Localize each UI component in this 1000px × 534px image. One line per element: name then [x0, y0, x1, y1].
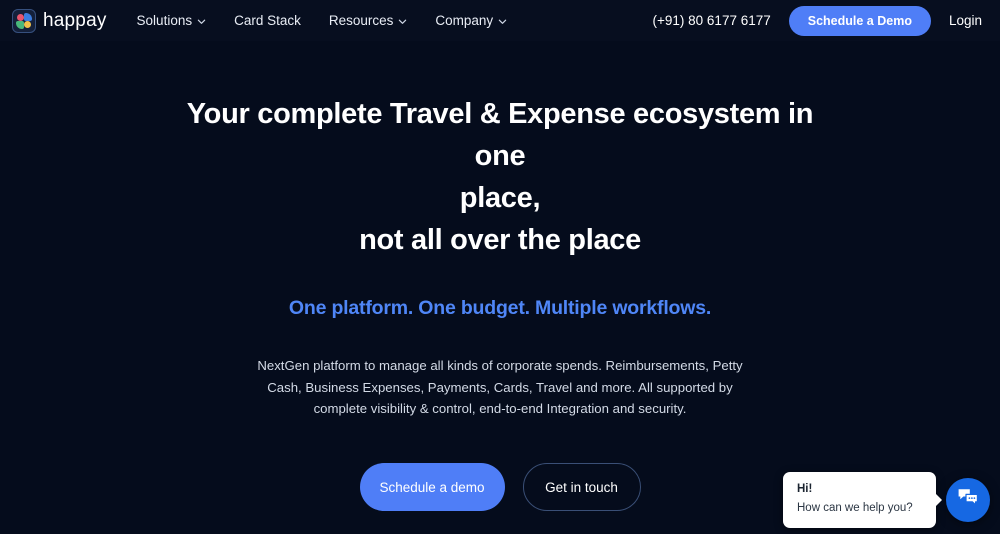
hero-description-line-1: NextGen platform to manage all kinds of …	[257, 358, 709, 374]
logo-dot-green	[16, 20, 24, 29]
chevron-down-icon	[498, 17, 507, 26]
chat-widget: Hi! How can we help you?	[783, 471, 990, 528]
schedule-demo-button[interactable]: Schedule a demo	[359, 463, 505, 512]
hero-description: NextGen platform to manage all kinds of …	[255, 355, 745, 419]
logo-dot-yellow	[24, 20, 31, 28]
nav-item-resources[interactable]: Resources	[329, 13, 408, 28]
chat-greeting-text: How can we help you?	[797, 502, 913, 515]
chevron-down-icon	[197, 17, 206, 26]
hero-heading-line-1: Your complete Travel & Expense ecosystem…	[186, 98, 814, 173]
login-link[interactable]: Login	[949, 13, 982, 28]
hero-subheading: One platform. One budget. Multiple workf…	[288, 297, 712, 320]
brand-name: happay	[43, 9, 107, 31]
nav-item-solutions[interactable]: Solutions	[137, 13, 207, 28]
logo-dot-blue	[24, 12, 32, 21]
hero-section: Your complete Travel & Expense ecosystem…	[0, 41, 1000, 512]
nav-item-company-label: Company	[435, 13, 494, 28]
top-navigation-bar: happay Solutions Card Stack Resources Co…	[0, 0, 1000, 41]
hero-heading-line-3: not all over the place	[359, 224, 641, 257]
get-in-touch-button[interactable]: Get in touch	[522, 463, 641, 512]
hero-heading: Your complete Travel & Expense ecosystem…	[160, 93, 840, 261]
logo-dot-red	[17, 13, 24, 21]
contact-phone-link[interactable]: (+91) 80 6177 6177	[653, 13, 771, 28]
brand-logo-link[interactable]: happay	[12, 8, 107, 33]
nav-item-card-stack-label: Card Stack	[234, 13, 301, 28]
hero-heading-line-2: place,	[459, 182, 541, 215]
nav-item-solutions-label: Solutions	[136, 13, 193, 28]
chat-greeting-bubble[interactable]: Hi! How can we help you?	[783, 471, 936, 528]
happay-squares-logo-icon	[12, 8, 36, 33]
nav-item-resources-label: Resources	[328, 13, 394, 28]
chevron-down-icon	[398, 17, 407, 26]
chat-bubbles-icon	[956, 485, 980, 514]
primary-nav-links: Solutions Card Stack Resources Company	[137, 13, 508, 28]
nav-item-company[interactable]: Company	[435, 13, 507, 28]
nav-item-card-stack[interactable]: Card Stack	[234, 13, 301, 28]
chat-greeting-title: Hi!	[797, 482, 813, 495]
nav-schedule-demo-button[interactable]: Schedule a Demo	[788, 5, 931, 36]
nav-right-actions: (+91) 80 6177 6177 Schedule a Demo Login	[653, 5, 986, 36]
chat-open-button[interactable]	[946, 477, 990, 522]
